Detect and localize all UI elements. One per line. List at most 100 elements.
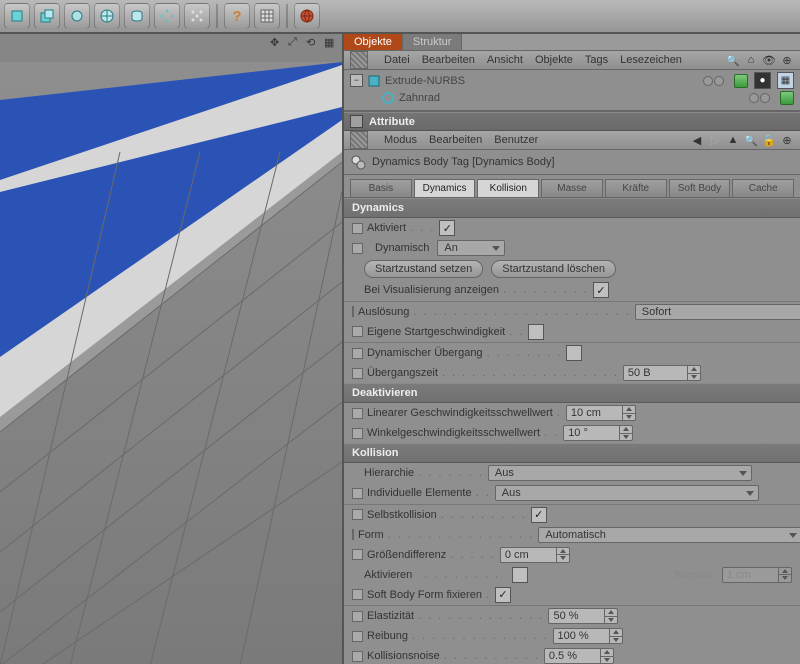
- anim-dot[interactable]: [352, 651, 363, 662]
- vp-rotate-icon[interactable]: ⟲: [306, 36, 320, 50]
- anim-dot[interactable]: [352, 631, 363, 642]
- dock-grip-icon[interactable]: [350, 131, 368, 149]
- field-noise[interactable]: 0.5 %: [544, 648, 614, 664]
- anim-dot[interactable]: [352, 326, 363, 337]
- new-icon[interactable]: ⊕: [780, 133, 794, 147]
- tab-objekte[interactable]: Objekte: [344, 34, 403, 50]
- vp-zoom-icon[interactable]: ⤢: [288, 36, 302, 50]
- dropdown-hierarchie[interactable]: Aus: [488, 465, 752, 481]
- menu-bearbeiten[interactable]: Bearbeiten: [422, 54, 475, 66]
- vp-pan-icon[interactable]: ✥: [270, 36, 284, 50]
- render-tag-icon[interactable]: ▦: [777, 72, 794, 89]
- viewport-3d[interactable]: ✥ ⤢ ⟲ ▦: [0, 34, 344, 664]
- tab-masse[interactable]: Masse: [541, 179, 603, 197]
- attr-menu-benutzer[interactable]: Benutzer: [494, 134, 538, 146]
- attr-menu-modus[interactable]: Modus: [384, 134, 417, 146]
- checkbox-dyn-uebergang[interactable]: [566, 345, 582, 361]
- checkbox-koll-aktivieren[interactable]: [512, 567, 528, 583]
- up-icon[interactable]: ▲: [726, 133, 740, 147]
- tab-cache[interactable]: Cache: [732, 179, 794, 197]
- tool-globe[interactable]: [94, 3, 120, 29]
- menu-tags[interactable]: Tags: [585, 54, 608, 66]
- field-uebergangszeit[interactable]: 50 B: [623, 365, 701, 381]
- checkbox-softbody-fix[interactable]: [495, 587, 511, 603]
- checkbox-vis[interactable]: [593, 282, 609, 298]
- anim-dot[interactable]: [352, 549, 363, 560]
- tab-softbody[interactable]: Soft Body: [669, 179, 731, 197]
- dropdown-form[interactable]: Automatisch: [538, 527, 800, 543]
- lock-icon[interactable]: 🔒: [762, 133, 776, 147]
- dropdown-individuelle[interactable]: Aus: [495, 485, 759, 501]
- label-eigene-start: Eigene Startgeschwindigkeit: [367, 326, 505, 338]
- menu-objekte[interactable]: Objekte: [535, 54, 573, 66]
- tool-help[interactable]: ?: [224, 3, 250, 29]
- anim-dot[interactable]: [352, 348, 363, 359]
- menu-ansicht[interactable]: Ansicht: [487, 54, 523, 66]
- anim-dot[interactable]: [352, 589, 363, 600]
- fwd-icon[interactable]: ▷: [708, 133, 722, 147]
- tab-basis[interactable]: Basis: [350, 179, 412, 197]
- anim-dot[interactable]: [352, 223, 363, 234]
- dock-grip-icon[interactable]: [350, 51, 368, 69]
- tab-kollision[interactable]: Kollision: [477, 179, 539, 197]
- tool-cube[interactable]: [4, 3, 30, 29]
- attribute-title: Attribute: [369, 116, 415, 128]
- attr-menu-bearbeiten[interactable]: Bearbeiten: [429, 134, 482, 146]
- home-icon[interactable]: ⌂: [744, 53, 758, 67]
- menu-datei[interactable]: Datei: [384, 54, 410, 66]
- field-reibung[interactable]: 100 %: [553, 628, 623, 644]
- vp-layout-icon[interactable]: ▦: [324, 36, 338, 50]
- anim-dot[interactable]: [352, 408, 363, 419]
- expand-icon[interactable]: −: [350, 74, 363, 87]
- tree-row-zahnrad[interactable]: Zahnrad: [350, 89, 794, 106]
- attribute-menubar: Modus Bearbeiten Benutzer ◀ ▷ ▲ 🔍 🔒 ⊕: [344, 131, 800, 150]
- field-elast[interactable]: 50 %: [548, 608, 618, 624]
- anim-dot[interactable]: [352, 509, 363, 520]
- visibility-dots[interactable]: [703, 76, 724, 86]
- menu-lesezeichen[interactable]: Lesezeichen: [620, 54, 682, 66]
- field-groesse[interactable]: 0 cm: [500, 547, 570, 563]
- tool-tube[interactable]: [124, 3, 150, 29]
- btn-start-set[interactable]: Startzustand setzen: [364, 260, 483, 278]
- tool-move[interactable]: [154, 3, 180, 29]
- tool-gear[interactable]: [64, 3, 90, 29]
- tab-struktur[interactable]: Struktur: [403, 34, 463, 50]
- dropdown-ausloesung[interactable]: Sofort: [635, 304, 800, 320]
- eye-icon[interactable]: 👁: [762, 53, 776, 67]
- dynamics-tag-icon[interactable]: ●: [754, 72, 771, 89]
- tree-label[interactable]: Zahnrad: [399, 92, 440, 104]
- field-lin-schwell[interactable]: 10 cm: [566, 405, 636, 421]
- anim-dot[interactable]: [352, 488, 363, 499]
- tree-label[interactable]: Extrude-NURBS: [385, 75, 465, 87]
- label-groesse: Größendifferenz: [367, 549, 446, 561]
- anim-dot[interactable]: [352, 368, 363, 379]
- anim-dot[interactable]: [352, 428, 363, 439]
- tool-world[interactable]: [294, 3, 320, 29]
- extrude-icon: [367, 74, 381, 88]
- tool-dots[interactable]: [184, 3, 210, 29]
- enable-check-icon[interactable]: [734, 74, 748, 88]
- tab-dynamics[interactable]: Dynamics: [414, 179, 476, 197]
- enable-check-icon[interactable]: [780, 91, 794, 105]
- search-icon[interactable]: 🔍: [744, 133, 758, 147]
- field-winkel-schwell[interactable]: 10 °: [563, 425, 633, 441]
- anim-dot[interactable]: [352, 306, 354, 317]
- tool-table[interactable]: [254, 3, 280, 29]
- plus-icon[interactable]: ⊕: [780, 53, 794, 67]
- anim-dot[interactable]: [352, 611, 363, 622]
- anim-dot[interactable]: [352, 243, 363, 254]
- anim-dot[interactable]: [352, 529, 354, 540]
- btn-start-clear[interactable]: Startzustand löschen: [491, 260, 616, 278]
- search-icon[interactable]: 🔍: [726, 53, 740, 67]
- dropdown-dynamisch[interactable]: An: [437, 240, 505, 256]
- header-toggle[interactable]: [350, 115, 363, 128]
- group-deaktivieren: Deaktivieren: [344, 383, 800, 403]
- checkbox-eigene-start[interactable]: [528, 324, 544, 340]
- visibility-dots[interactable]: [749, 93, 770, 103]
- checkbox-aktiviert[interactable]: [439, 220, 455, 236]
- tree-row-extrude[interactable]: − Extrude-NURBS ● ▦: [350, 72, 794, 89]
- back-icon[interactable]: ◀: [690, 133, 704, 147]
- checkbox-selbst[interactable]: [531, 507, 547, 523]
- tab-kraefte[interactable]: Kräfte: [605, 179, 667, 197]
- tool-cube2[interactable]: [34, 3, 60, 29]
